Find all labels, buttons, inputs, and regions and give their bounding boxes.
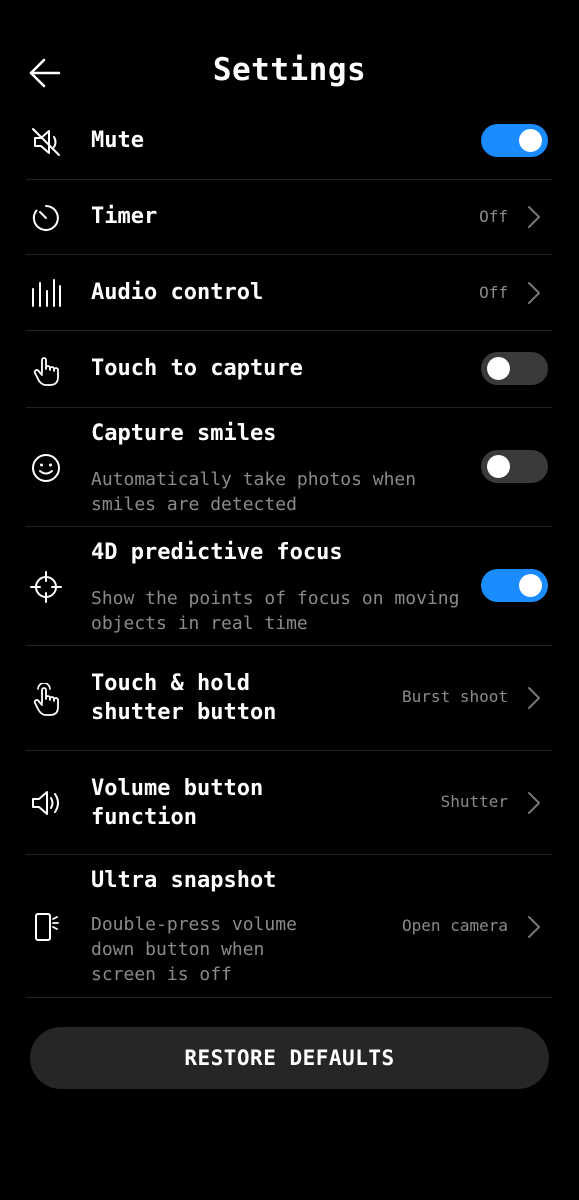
setting-label: Ultra snapshot <box>91 868 277 893</box>
setting-row-ultra-snapshot[interactable]: Ultra snapshot Double-press volume down … <box>26 855 552 998</box>
setting-description: screen is off <box>91 964 232 985</box>
toggle-knob <box>519 574 542 597</box>
page-title: Settings <box>212 52 367 88</box>
touch-to-capture-toggle[interactable] <box>481 352 548 385</box>
setting-description: Automatically take photos when <box>91 469 417 490</box>
hand-tap-icon <box>26 351 66 391</box>
setting-row-predictive-focus[interactable]: 4D predictive focus Show the points of f… <box>26 527 552 646</box>
speaker-icon <box>26 783 66 823</box>
setting-label: shutter button <box>91 700 277 725</box>
chevron-right-icon <box>526 790 542 816</box>
setting-label: function <box>91 805 197 830</box>
predictive-focus-toggle[interactable] <box>481 569 548 602</box>
setting-description: Double-press volume <box>91 914 297 935</box>
toggle-knob <box>487 455 510 478</box>
crosshair-icon <box>26 567 66 607</box>
audio-bars-icon <box>26 273 66 313</box>
setting-description: down button when <box>91 939 265 960</box>
speaker-muted-icon <box>26 122 66 162</box>
setting-description: smiles are detected <box>91 494 297 515</box>
chevron-right-icon <box>526 204 542 230</box>
setting-value: Burst shoot <box>402 687 508 706</box>
chevron-right-icon <box>526 685 542 711</box>
setting-row-audio-control[interactable]: Audio control Off <box>26 255 552 331</box>
setting-label: Mute <box>91 128 144 153</box>
setting-row-touch-to-capture[interactable]: Touch to capture <box>26 331 552 408</box>
setting-value: Off <box>479 283 508 302</box>
smiley-icon <box>26 448 66 488</box>
toggle-knob <box>519 129 542 152</box>
setting-value: Shutter <box>440 792 508 811</box>
header: Settings <box>0 0 579 120</box>
setting-label: Capture smiles <box>91 421 277 446</box>
setting-description: Show the points of focus on moving <box>91 588 460 609</box>
toggle-knob <box>487 357 510 380</box>
mute-toggle[interactable] <box>481 124 548 157</box>
timer-icon <box>26 198 66 238</box>
setting-row-touch-hold-shutter[interactable]: Touch & hold shutter button Burst shoot <box>26 646 552 751</box>
setting-label: Volume button <box>91 776 264 801</box>
setting-row-mute[interactable]: Mute <box>26 104 552 180</box>
setting-value: Off <box>479 207 508 226</box>
setting-row-capture-smiles[interactable]: Capture smiles Automatically take photos… <box>26 408 552 527</box>
capture-smiles-toggle[interactable] <box>481 450 548 483</box>
restore-defaults-button[interactable]: RESTORE DEFAULTS <box>30 1027 549 1089</box>
setting-label: 4D predictive focus <box>91 540 343 565</box>
hand-press-icon <box>26 680 66 720</box>
setting-label: Touch to capture <box>91 356 303 381</box>
setting-label: Audio control <box>91 280 264 305</box>
setting-value: Open camera <box>402 916 508 935</box>
setting-row-volume-button[interactable]: Volume button function Shutter <box>26 751 552 855</box>
chevron-right-icon <box>526 914 542 940</box>
chevron-right-icon <box>526 280 542 306</box>
setting-row-timer[interactable]: Timer Off <box>26 180 552 255</box>
setting-label: Timer <box>91 204 158 229</box>
setting-label: Touch & hold <box>91 671 250 696</box>
phone-flash-icon <box>26 907 66 947</box>
setting-description: objects in real time <box>91 613 308 634</box>
